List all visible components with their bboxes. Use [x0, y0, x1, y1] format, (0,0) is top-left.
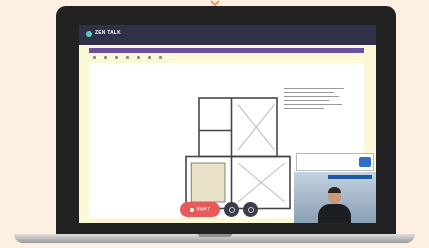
call-controls: 録画終了 [180, 201, 258, 218]
camera-icon [247, 206, 254, 213]
participant-body [318, 204, 351, 223]
tool-icon[interactable] [126, 56, 129, 59]
record-label: 録画終了 [196, 207, 211, 211]
tool-icon[interactable] [148, 56, 151, 59]
drawing-notes [284, 88, 354, 112]
tool-strip [89, 55, 364, 61]
chat-input[interactable] [296, 153, 374, 171]
laptop-notch [198, 234, 232, 237]
send-icon[interactable] [359, 157, 371, 167]
participant-hair [328, 187, 341, 193]
document-toolbar [89, 48, 364, 53]
participant-video [294, 172, 376, 223]
participant-name-bar [328, 175, 372, 179]
tool-icon[interactable] [104, 56, 107, 59]
tool-icon[interactable] [93, 56, 96, 59]
record-icon [189, 207, 194, 212]
tool-icon[interactable] [159, 56, 162, 59]
tool-icon[interactable] [137, 56, 140, 59]
camera-button[interactable] [243, 202, 258, 217]
tool-icon[interactable] [115, 56, 118, 59]
microphone-button[interactable] [224, 202, 239, 217]
record-button[interactable]: 録画終了 [180, 202, 220, 217]
microphone-icon [228, 206, 235, 213]
